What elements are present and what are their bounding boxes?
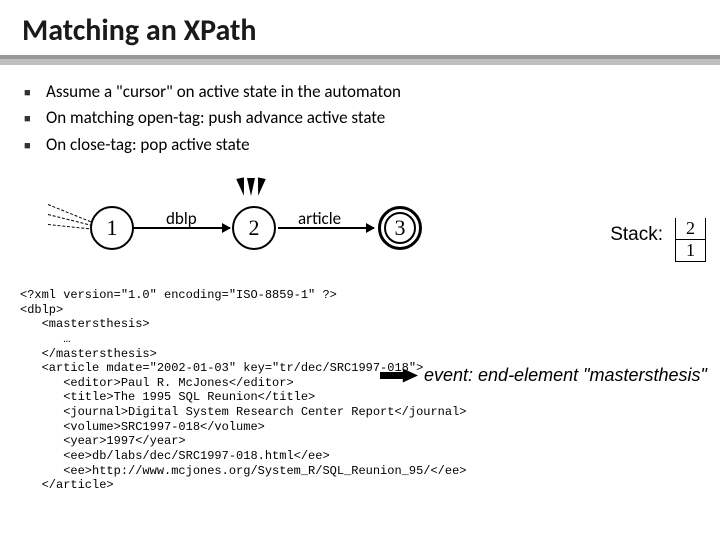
slide-title: Matching an XPath	[0, 0, 720, 53]
stack-visual: Stack: 2 1	[610, 218, 706, 262]
edge-label-article: article	[298, 208, 341, 229]
stack-cell: 1	[676, 239, 705, 261]
bullet-item: On close-tag: pop active state	[46, 132, 720, 158]
stack-cell: 2	[676, 218, 705, 239]
state-3-accepting: 3	[378, 206, 422, 250]
event-annotation: event: end-element "mastersthesis"	[380, 365, 707, 386]
title-underline	[0, 55, 720, 65]
bullet-item: Assume a "cursor" on active state in the…	[46, 79, 720, 105]
stack-box: 2 1	[675, 218, 706, 262]
right-arrow-icon	[380, 369, 418, 383]
initial-edges-icon	[48, 200, 94, 230]
bullet-list: Assume a "cursor" on active state in the…	[0, 79, 720, 158]
xml-code-block: <?xml version="1.0" encoding="ISO-8859-1…	[0, 288, 720, 493]
state-1: 1	[90, 206, 134, 250]
edge-label-dblp: dblp	[166, 208, 197, 229]
stack-label: Stack:	[610, 218, 663, 246]
cursor-arrows-icon	[238, 178, 268, 206]
bullet-item: On matching open-tag: push advance activ…	[46, 105, 720, 131]
state-2: 2	[232, 206, 276, 250]
event-text: event: end-element "mastersthesis"	[424, 365, 707, 386]
